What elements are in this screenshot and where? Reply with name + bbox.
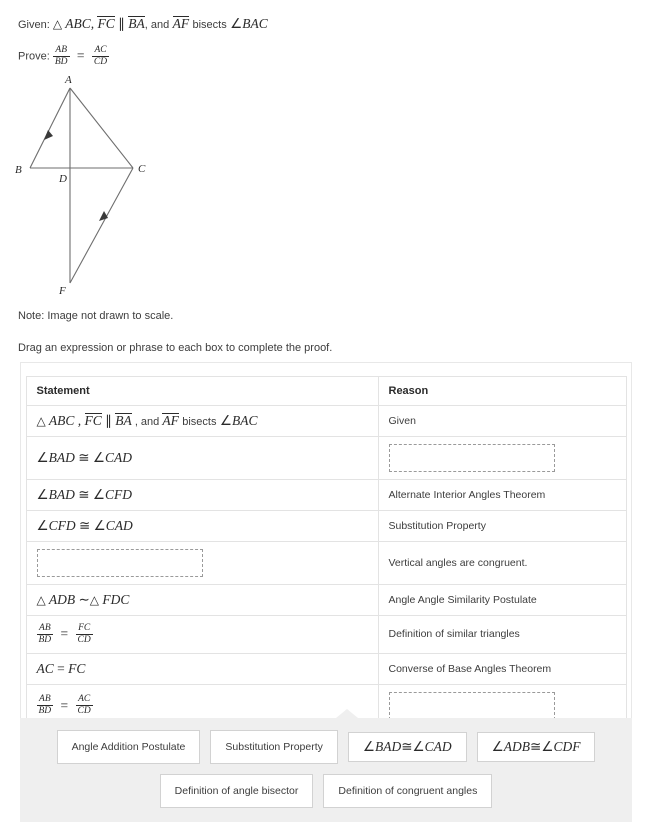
proof-card: Statement Reason △ ABC , FC ∥ BA , and A… — [20, 362, 632, 743]
given-statement: Given: △ ABC, FC ∥ BA, and AF bisects ∠B… — [18, 16, 268, 32]
table-row: ∠BAD ≅ ∠CFD Alternate Interior Angles Th… — [25, 479, 627, 511]
figure-svg: A B C D F — [15, 74, 146, 297]
arrowhead-BA-icon — [44, 130, 53, 140]
table-header-row: Statement Reason — [25, 376, 627, 406]
table-row: ∠CFD ≅ ∠CAD Substitution Property — [25, 510, 627, 542]
prove-statement: Prove: AB BD = AC CD — [18, 45, 110, 68]
vertex-label-B: B — [15, 164, 22, 176]
reason-cell: Alternate Interior Angles Theorem — [377, 479, 627, 511]
reason-cell: Substitution Property — [377, 510, 627, 542]
chip-substitution-property[interactable]: Substitution Property — [210, 730, 338, 764]
reason-text: Alternate Interior Angles Theorem — [388, 489, 546, 501]
statement-math: AC = FC — [36, 660, 86, 676]
statement-rhs-fraction: FC CD — [75, 623, 93, 645]
column-header-reason: Reason — [377, 376, 627, 406]
table-row: Vertical angles are congruent. — [25, 541, 627, 585]
chip-angle-adb-cdf[interactable]: ∠ ADB ≅ ∠ CDF — [476, 732, 596, 762]
table-row: AC = FC Converse of Base Angles Theorem — [25, 652, 627, 685]
table-row: △ ABC , FC ∥ BA , and AF bisects ∠BAC Gi… — [25, 405, 627, 437]
answer-chip-tray: Angle Addition Postulate Substitution Pr… — [20, 709, 632, 822]
table-row: △ ADB ∼△ FDC Angle Angle Similarity Post… — [25, 584, 627, 616]
reason-cell: Vertical angles are congruent. — [377, 541, 627, 585]
arrowhead-FC-icon — [99, 211, 108, 221]
segment-AC — [69, 87, 134, 169]
statement-math: ∠BAD ≅ ∠CAD — [36, 450, 133, 465]
statement-math: AB BD = AC CD — [36, 694, 93, 717]
statement-math: AB BD = FC CD — [36, 623, 93, 645]
statement-rhs-fraction: AC CD — [75, 694, 93, 717]
chip-angle-addition-postulate[interactable]: Angle Addition Postulate — [56, 730, 201, 764]
prove-rhs-fraction: AC CD — [91, 45, 110, 67]
statement-math: ∠BAD ≅ ∠CFD — [36, 487, 133, 502]
given-label: Given: — [18, 19, 50, 31]
vertex-label-D: D — [58, 173, 67, 185]
chip-definition-of-congruent-angles[interactable]: Definition of congruent angles — [323, 774, 493, 808]
chip-angle-bad-cad[interactable]: ∠ BAD ≅ ∠ CAD — [347, 732, 467, 762]
reason-cell — [377, 436, 627, 480]
reason-dropbox[interactable] — [388, 444, 555, 472]
table-row: ∠BAD ≅ ∠CAD — [25, 436, 627, 480]
reason-dropbox[interactable] — [388, 691, 555, 720]
chip-row-1: Angle Addition Postulate Substitution Pr… — [20, 730, 632, 764]
statement-cell: ∠CFD ≅ ∠CAD — [25, 510, 379, 542]
reason-text: Substitution Property — [388, 520, 486, 532]
prove-lhs-fraction: AB BD — [52, 45, 70, 67]
statement-lhs-fraction: AB BD — [36, 623, 54, 645]
reason-text: Definition of similar triangles — [388, 628, 520, 641]
prove-math: AB BD = AC CD — [52, 45, 110, 67]
geometry-figure: A B C D F — [0, 72, 200, 297]
reason-cell: Definition of similar triangles — [377, 615, 627, 654]
statement-cell: AC = FC — [25, 652, 379, 685]
chip-row-2: Definition of angle bisector Definition … — [20, 774, 632, 808]
statement-cell: △ ABC , FC ∥ BA , and AF bisects ∠BAC — [25, 405, 379, 437]
chip-definition-of-angle-bisector[interactable]: Definition of angle bisector — [159, 774, 314, 808]
reason-text: Given — [388, 415, 416, 427]
statement-cell: ∠BAD ≅ ∠CAD — [25, 436, 379, 480]
statement-cell — [25, 541, 379, 585]
statement-math: ∠CFD ≅ ∠CAD — [36, 518, 133, 533]
statement-cell: ∠BAD ≅ ∠CFD — [25, 479, 379, 511]
drag-instruction: Drag an expression or phrase to each box… — [18, 342, 333, 354]
table-row: AB BD = FC CD Definition of similar tria… — [25, 615, 627, 654]
reason-cell: Converse of Base Angles Theorem — [377, 652, 627, 685]
reason-text: Vertical angles are congruent. — [388, 557, 528, 569]
column-header-statement: Statement — [25, 376, 379, 406]
reason-cell: Angle Angle Similarity Postulate — [377, 584, 627, 616]
statement-math: △ ADB ∼△ FDC — [36, 592, 130, 607]
tray-pointer-icon — [336, 709, 358, 718]
statement-cell: AB BD = FC CD — [25, 615, 379, 654]
reason-text: Converse of Base Angles Theorem — [388, 662, 552, 675]
statement-lhs-fraction: AB BD — [36, 694, 54, 717]
vertex-label-F: F — [58, 285, 66, 297]
statement-dropbox[interactable] — [36, 549, 203, 577]
scale-note: Note: Image not drawn to scale. — [18, 310, 174, 322]
reason-cell: Given — [377, 405, 627, 437]
vertex-label-C: C — [138, 163, 146, 175]
reason-text: Angle Angle Similarity Postulate — [388, 594, 537, 606]
segment-FC — [69, 167, 134, 284]
statement-cell: △ ADB ∼△ FDC — [25, 584, 379, 616]
statement-math: △ ABC , FC ∥ BA , and AF bisects ∠BAC — [36, 413, 258, 428]
given-math: △ ABC, FC ∥ BA, and AF bisects ∠BAC — [52, 16, 268, 31]
vertex-label-A: A — [64, 74, 72, 86]
proof-table: Statement Reason △ ABC , FC ∥ BA , and A… — [25, 376, 627, 728]
segment-BA — [29, 87, 71, 169]
prove-label: Prove: — [18, 50, 50, 63]
